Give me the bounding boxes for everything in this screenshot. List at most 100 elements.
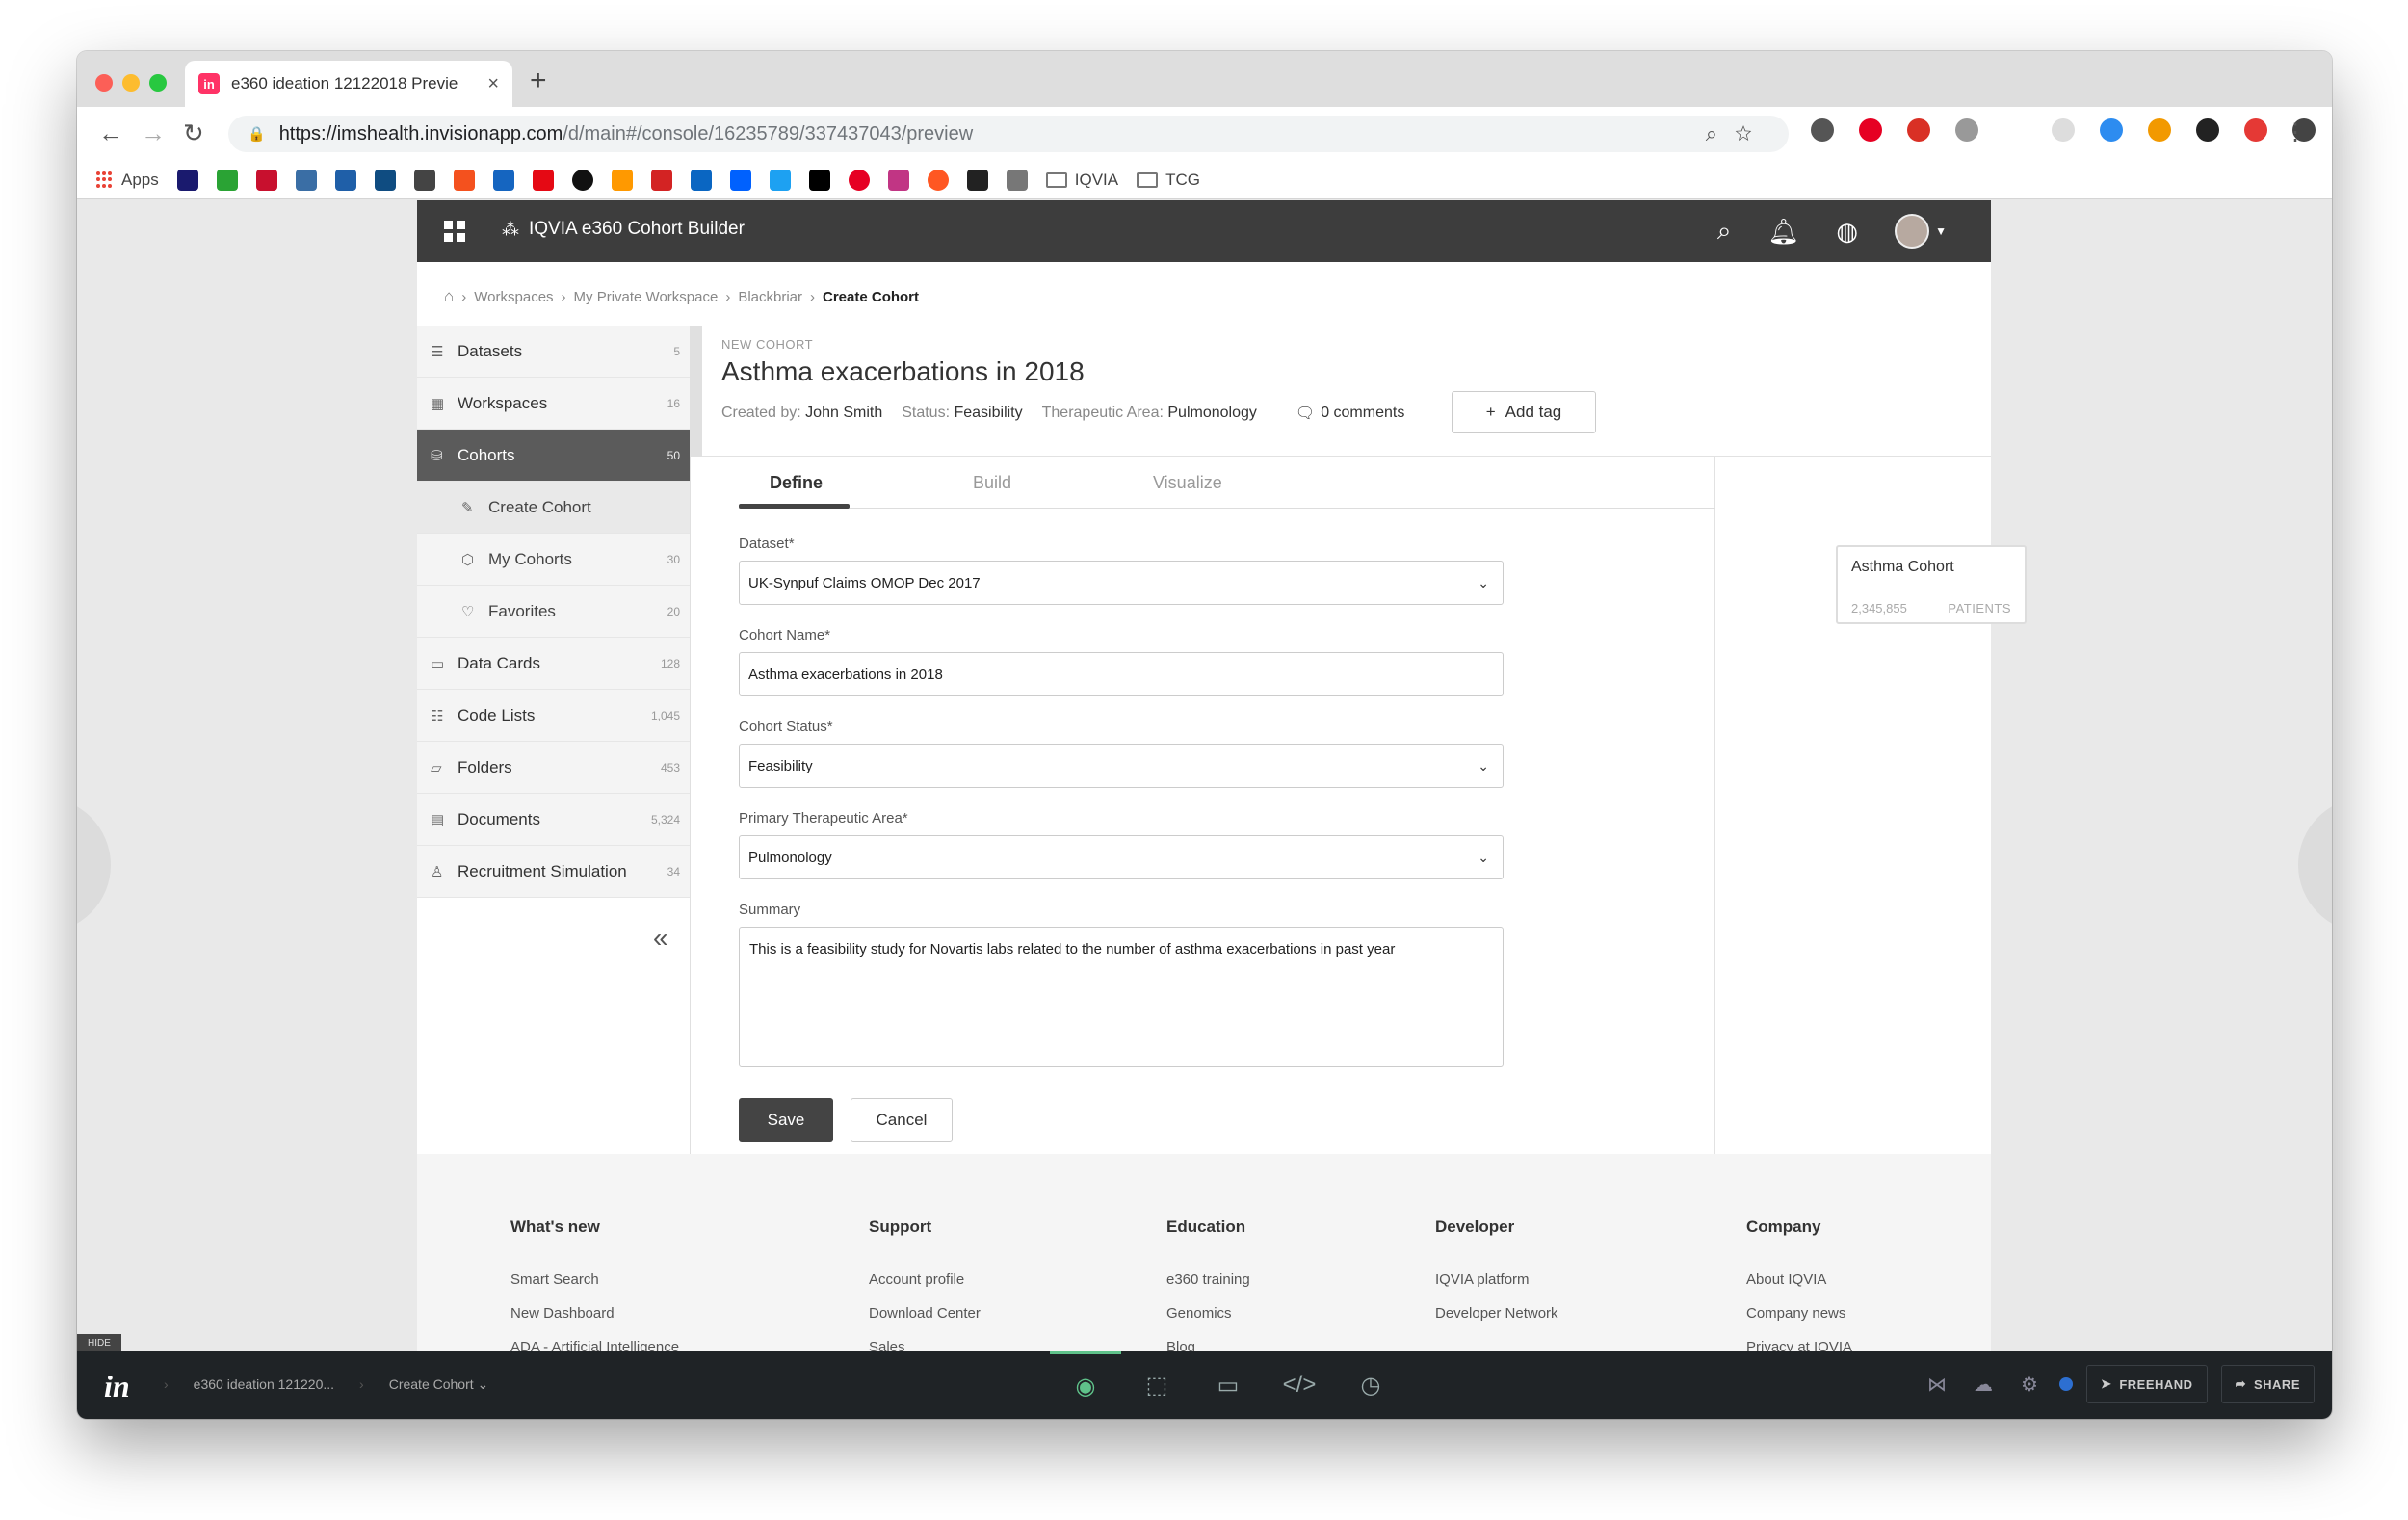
bookmark-icon[interactable] <box>1006 169 1028 191</box>
app-launcher-icon[interactable] <box>444 221 465 242</box>
user-avatar[interactable] <box>1895 214 1930 249</box>
app-brand[interactable]: ⁂ IQVIA e360 Cohort Builder <box>502 219 745 240</box>
code-icon[interactable]: </> <box>1264 1351 1335 1419</box>
footer-link[interactable]: Smart Search <box>510 1271 679 1288</box>
bookmark-icon[interactable] <box>966 169 988 191</box>
freehand-button[interactable]: ➤ FREEHAND <box>2085 1365 2208 1403</box>
footer-link[interactable]: Company news <box>1746 1305 1852 1322</box>
extension-rocket-icon[interactable] <box>1811 118 1834 142</box>
screen-selector[interactable]: Create Cohort ⌄ <box>389 1376 489 1393</box>
breadcrumb-blackbriar[interactable]: Blackbriar <box>738 289 802 305</box>
bookmark-icon[interactable] <box>453 169 475 191</box>
bookmark-icon[interactable] <box>295 169 317 191</box>
footer-link[interactable]: e360 training <box>1166 1271 1250 1288</box>
gear-icon[interactable]: ⚙ <box>2013 1373 2046 1397</box>
hide-toolbar-button[interactable]: HIDE <box>77 1334 121 1351</box>
scrollbar[interactable] <box>691 326 702 457</box>
status-dot-icon[interactable] <box>2058 1377 2073 1391</box>
bookmark-icon[interactable] <box>334 169 356 191</box>
sidebar-item-my-cohorts[interactable]: ⬡ My Cohorts 30 <box>417 534 690 586</box>
sidebar-item-code-lists[interactable]: ☷ Code Lists 1,045 <box>417 690 690 742</box>
browser-menu-icon[interactable]: ⋮ <box>2284 118 2307 146</box>
dataset-select[interactable]: UK-Synpuf Claims OMOP Dec 2017 ⌄ <box>739 561 1504 605</box>
close-tab-icon[interactable]: × <box>487 73 499 95</box>
back-icon[interactable]: ← <box>98 118 123 148</box>
sidebar-item-workspaces[interactable]: ▦ Workspaces 16 <box>417 378 690 430</box>
sidebar-item-recruitment-simulation[interactable]: ♙ Recruitment Simulation 34 <box>417 846 690 898</box>
bookmark-icon[interactable] <box>927 169 949 191</box>
prev-screen-button[interactable] <box>77 798 111 932</box>
sidebar-item-cohorts[interactable]: ⛁ Cohorts 50 <box>417 430 690 482</box>
bookmark-icon[interactable] <box>611 169 633 191</box>
share-button[interactable]: ➦ SHARE <box>2220 1365 2315 1403</box>
zoom-icon[interactable]: ⌕ <box>1706 121 1735 145</box>
bookmark-icon[interactable] <box>848 169 870 191</box>
chevron-down-icon[interactable]: ▼ <box>1935 224 1947 238</box>
browser-tab[interactable]: in e360 ideation 12122018 Previe × <box>185 61 512 107</box>
bookmark-icon[interactable] <box>571 169 593 191</box>
bookmark-folder-iqvia[interactable]: IQVIA <box>1045 170 1118 190</box>
save-button[interactable]: Save <box>739 1098 833 1142</box>
extension-pinterest-icon[interactable] <box>1859 118 1882 142</box>
minimize-window-button[interactable] <box>122 74 140 92</box>
footer-link[interactable]: Developer Network <box>1435 1305 1558 1322</box>
extension-lastpass-icon[interactable] <box>2244 118 2267 142</box>
summary-textarea[interactable]: This is a feasibility study for Novartis… <box>739 927 1504 1067</box>
bell-icon[interactable]: 🔔︎ <box>1767 217 1799 247</box>
bookmark-icon[interactable] <box>769 169 791 191</box>
breadcrumb-private-workspace[interactable]: My Private Workspace <box>574 289 719 305</box>
sidebar-item-documents[interactable]: ▤ Documents 5,324 <box>417 794 690 846</box>
bookmark-star-icon[interactable]: ☆ <box>1735 121 1769 145</box>
extension-page-icon[interactable] <box>2052 118 2075 142</box>
cohort-summary-card[interactable]: Asthma Cohort 2,345,855 PATIENTS <box>1836 545 2027 624</box>
extension-wave-icon[interactable] <box>2100 118 2123 142</box>
forward-icon[interactable]: → <box>141 118 166 148</box>
footer-link[interactable]: About IQVIA <box>1746 1271 1852 1288</box>
tab-define[interactable]: Define <box>770 473 823 493</box>
bookmark-icon[interactable] <box>729 169 751 191</box>
inspect-icon[interactable]: ⬚ <box>1121 1351 1192 1419</box>
cohort-status-select[interactable]: Feasibility ⌄ <box>739 744 1504 788</box>
invision-logo[interactable]: in <box>104 1369 130 1404</box>
close-window-button[interactable] <box>95 74 113 92</box>
share-network-icon[interactable]: ⋈ <box>1921 1373 1953 1397</box>
footer-link[interactable]: Account profile <box>869 1271 981 1288</box>
bookmark-icon[interactable] <box>216 169 238 191</box>
bookmark-icon[interactable] <box>690 169 712 191</box>
bookmark-icon[interactable] <box>176 169 198 191</box>
footer-link[interactable]: New Dashboard <box>510 1305 679 1322</box>
project-link[interactable]: e360 ideation 121220... <box>194 1376 334 1393</box>
url-input[interactable]: 🔒 https://imshealth.invisionapp.com/d/ma… <box>228 116 1789 152</box>
cancel-button[interactable]: Cancel <box>851 1098 953 1142</box>
bookmark-icon[interactable] <box>887 169 909 191</box>
bookmark-icon[interactable] <box>808 169 830 191</box>
history-clock-icon[interactable]: ◷ <box>1335 1351 1406 1419</box>
home-icon[interactable]: ⌂ <box>444 287 454 306</box>
sidebar-item-create-cohort[interactable]: ✎ Create Cohort <box>417 482 690 534</box>
breadcrumb-workspaces[interactable]: Workspaces <box>474 289 553 305</box>
bookmark-icon[interactable] <box>255 169 277 191</box>
add-tag-button[interactable]: + Add tag <box>1452 391 1596 433</box>
bookmark-icon[interactable] <box>374 169 396 191</box>
cloud-sync-icon[interactable]: ☁ <box>1967 1373 2000 1397</box>
footer-link[interactable]: Download Center <box>869 1305 981 1322</box>
sidebar-item-favorites[interactable]: ♡ Favorites 20 <box>417 586 690 638</box>
sidebar-item-folders[interactable]: ▱ Folders 453 <box>417 742 690 794</box>
bookmark-icon[interactable] <box>650 169 672 191</box>
cohort-name-field[interactable]: Asthma exacerbations in 2018 <box>739 652 1504 696</box>
extension-screen-icon[interactable] <box>2196 118 2219 142</box>
reload-icon[interactable]: ↻ <box>183 118 204 148</box>
new-tab-button[interactable]: + <box>530 65 547 97</box>
extension-camera-icon[interactable] <box>1955 118 1978 142</box>
comments-link[interactable]: 🗨︎ 0 comments <box>1296 404 1404 423</box>
next-screen-button[interactable] <box>2298 798 2332 932</box>
footer-link[interactable]: Genomics <box>1166 1305 1250 1322</box>
tab-build[interactable]: Build <box>973 473 1011 493</box>
extension-fire-icon[interactable] <box>2148 118 2171 142</box>
bookmark-icon[interactable] <box>492 169 514 191</box>
footer-link[interactable]: IQVIA platform <box>1435 1271 1558 1288</box>
preview-eye-icon[interactable]: ◉ <box>1050 1351 1121 1419</box>
bookmark-folder-tcg[interactable]: TCG <box>1137 170 1200 190</box>
tab-visualize[interactable]: Visualize <box>1153 473 1222 493</box>
sidebar-item-datasets[interactable]: ☰ Datasets 5 <box>417 326 690 378</box>
